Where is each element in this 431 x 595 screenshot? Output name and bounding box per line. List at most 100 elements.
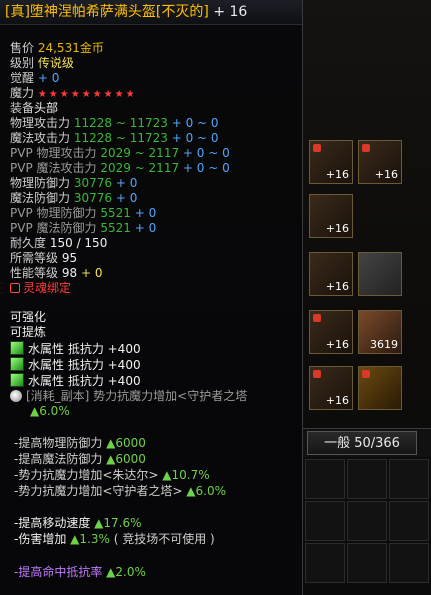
stat-label: 物理防御力 — [10, 176, 71, 190]
option-row: -提高移动速度 ▲17.6% — [14, 516, 142, 530]
stat-value: 11228 ~ 11723 — [73, 116, 168, 130]
inventory-cell[interactable] — [305, 501, 345, 541]
equip-slot-belt[interactable]: +16 — [309, 310, 353, 354]
item-enhance-level: + 16 — [213, 4, 248, 20]
durability-label: 耐久度 — [10, 236, 47, 250]
stat-label: 魔法攻击力 — [10, 131, 71, 145]
perf-level-label: 性能等级 — [10, 266, 59, 280]
stat-row: 魔法防御力 30776 + 0 — [10, 191, 137, 205]
perf-level-row: 性能等级 98 + 0 — [10, 266, 102, 280]
option-value: ▲10.7% — [162, 468, 210, 482]
stat-label: PVP 物理防御力 — [10, 206, 97, 220]
awaken-row: 觉醒 + 0 — [10, 71, 59, 85]
stat-value: 2029 ~ 2117 — [100, 146, 180, 160]
dungeon-value: ▲6.0% — [30, 404, 70, 418]
slot-count: +16 — [325, 168, 349, 181]
stat-bonus: + 0 ~ 0 — [182, 146, 230, 160]
perf-level-bonus: + 0 — [80, 266, 103, 280]
equip-slot-chest[interactable]: +16 — [309, 194, 353, 238]
price-row: 售价 24,531金币 — [10, 41, 104, 55]
option-note: ( 竞技场不可使用 ) — [113, 532, 215, 546]
inventory-cell[interactable] — [389, 501, 429, 541]
equip-slot-accessory[interactable]: 3619 — [358, 310, 402, 354]
slot-count: +16 — [325, 222, 349, 235]
stat-value: 5521 — [100, 206, 131, 220]
stat-row: 物理攻击力 11228 ~ 11723 + 0 ~ 0 — [10, 116, 219, 130]
lock-icon — [10, 283, 20, 293]
grade-row: 级别 传说级 — [10, 56, 74, 70]
option-value: ▲6000 — [106, 436, 146, 450]
equip-slot-shoulder[interactable]: +16 — [358, 140, 402, 184]
equip-slot-weapon[interactable] — [358, 366, 402, 410]
magic-row: 魔力 ★★★★★★★★★ — [10, 86, 137, 102]
inventory-cell[interactable] — [305, 543, 345, 583]
item-title: [真]堕神涅帕希萨满头盔[不灭的] + 16 — [0, 0, 302, 25]
option-row: -势力抗魔力增加<守护者之塔> ▲6.0% — [14, 484, 226, 498]
option-value: ▲6.0% — [186, 484, 226, 498]
option-row: -提高魔法防御力 ▲6000 — [14, 452, 146, 466]
slot-count: +16 — [325, 280, 349, 293]
stat-label: PVP 魔法攻击力 — [10, 161, 97, 175]
equip-slot-legs[interactable]: +16 — [309, 252, 353, 296]
req-level-row: 所需等级 95 — [10, 251, 77, 265]
item-name: [真]堕神涅帕希萨满头盔[不灭的] — [5, 4, 209, 20]
equip-slot-gloves[interactable] — [358, 252, 402, 296]
slot-row: 装备头部 — [10, 101, 58, 115]
dungeon-row: [消耗_副本] 势力抗魔力增加<守护者之塔 — [10, 389, 247, 403]
option-row: -提高物理防御力 ▲6000 — [14, 436, 146, 450]
slot-value: 头部 — [34, 101, 59, 115]
stat-bonus: + 0 — [134, 206, 157, 220]
lock-icon — [313, 370, 321, 378]
stat-bonus: + 0 — [115, 176, 138, 190]
stat-value: 30776 — [73, 191, 113, 205]
option-row: -伤害增加 ▲1.3% ( 竞技场不可使用 ) — [14, 532, 215, 546]
option-value: ▲6000 — [106, 452, 146, 466]
water-gem-icon — [10, 341, 24, 355]
stat-label: PVP 物理攻击力 — [10, 146, 97, 160]
inventory-cell[interactable] — [347, 459, 387, 499]
tab-general[interactable]: 一般 50/366 — [307, 431, 417, 455]
stat-row: 物理防御力 30776 + 0 — [10, 176, 137, 190]
stat-row: 魔法攻击力 11228 ~ 11723 + 0 ~ 0 — [10, 131, 219, 145]
stat-value: 11228 ~ 11723 — [73, 131, 168, 145]
option-text: -势力抗魔力增加<守护者之塔> — [14, 484, 183, 498]
option-value: ▲2.0% — [106, 565, 146, 579]
resist-text: 水属性 抵抗力 +400 — [28, 342, 141, 356]
inventory-cell[interactable] — [347, 501, 387, 541]
stat-label: 魔法防御力 — [10, 191, 71, 205]
req-level-value: 95 — [61, 251, 78, 265]
option-text: -提高命中抵抗率 — [14, 565, 103, 579]
option-text: -提高物理防御力 — [14, 436, 103, 450]
awaken-label: 觉醒 — [10, 71, 35, 85]
stat-row: PVP 魔法攻击力 2029 ~ 2117 + 0 ~ 0 — [10, 161, 230, 175]
equip-slot-helmet[interactable]: +16 — [309, 140, 353, 184]
option-text: -提高移动速度 — [14, 516, 91, 530]
slot-count: 3619 — [370, 338, 398, 351]
inventory-cell[interactable] — [389, 459, 429, 499]
lock-icon — [313, 314, 321, 322]
stat-value: 5521 — [100, 221, 131, 235]
lock-icon — [313, 144, 321, 152]
option-text: -势力抗魔力增加<朱达尔> — [14, 468, 159, 482]
inventory-cell[interactable] — [389, 543, 429, 583]
inventory-cell[interactable] — [305, 459, 345, 499]
water-gem-icon — [10, 373, 24, 387]
slot-count: +16 — [325, 394, 349, 407]
resist-row: 水属性 抵抗力 +400 — [10, 357, 141, 372]
option-text: -提高魔法防御力 — [14, 452, 103, 466]
equip-slot-boots[interactable]: +16 — [309, 366, 353, 410]
awaken-value: + 0 — [37, 71, 60, 85]
durability-value: 150 / 150 — [49, 236, 108, 250]
refinable-text: 可提炼 — [10, 325, 47, 339]
stat-bonus: + 0 ~ 0 — [182, 161, 230, 175]
magic-label: 魔力 — [10, 86, 35, 100]
option-value: ▲1.3% — [70, 532, 110, 546]
dungeon-value-text: ▲6.0% — [30, 404, 70, 418]
resist-row: 水属性 抵抗力 +400 — [10, 373, 141, 388]
stat-row: PVP 魔法防御力 5521 + 0 — [10, 221, 156, 235]
resist-row: 水属性 抵抗力 +400 — [10, 341, 141, 356]
stat-bonus: + 0 — [115, 191, 138, 205]
inventory-cell[interactable] — [347, 543, 387, 583]
resist-text: 水属性 抵抗力 +400 — [28, 358, 141, 372]
inventory-tab-bar: 一般 50/366 — [303, 428, 431, 457]
